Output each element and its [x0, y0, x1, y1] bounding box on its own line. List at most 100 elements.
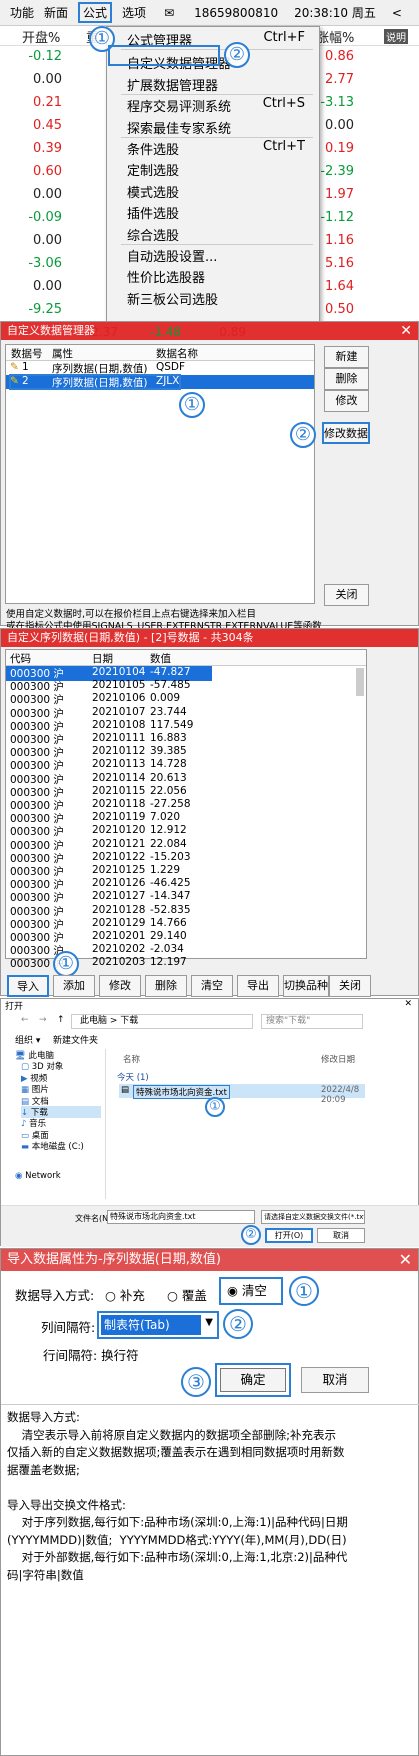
menu-item[interactable]: 程序交易评测系统: [127, 96, 231, 115]
menu-formula[interactable]: 公式: [78, 2, 113, 23]
back-icon[interactable]: <: [392, 6, 402, 20]
file-type-select[interactable]: 请选择自定义数据交换文件(*.txt): [261, 1210, 365, 1224]
table-row[interactable]: 000300 沪 20210203 12.197: [6, 956, 246, 971]
ok-button[interactable]: 确定: [220, 1368, 286, 1392]
menu-item[interactable]: 探索最佳专家系统: [127, 118, 231, 137]
table-cell: 16.883: [150, 732, 187, 744]
seq-button-7[interactable]: 关闭: [329, 975, 371, 997]
tree-item[interactable]: ↓ 下载: [21, 1106, 101, 1118]
menu-item[interactable]: 自动选股设置...: [127, 246, 217, 265]
open-file-dialog: 打开 ✕ ← → ↑ 此电脑 > 下载 搜索"下载" 组织 ▾ 新建文件夹 🖥 …: [0, 998, 419, 1247]
menu-newface[interactable]: 新面: [44, 4, 68, 21]
table-cell: 20210108: [92, 718, 146, 731]
header-no[interactable]: 数据号: [11, 346, 43, 361]
list-item[interactable]: ✎ 1 序列数据(日期,数值) QSDF: [6, 361, 314, 375]
table-cell: 20210111: [92, 732, 146, 744]
tree-item[interactable]: ▦ 图片: [21, 1083, 49, 1095]
menu-item[interactable]: 条件选股: [127, 139, 179, 158]
explain-button[interactable]: 说明: [384, 29, 408, 44]
change-pct-cell: 1.16: [325, 233, 354, 248]
close-button[interactable]: 关闭: [324, 584, 369, 606]
seq-button-0[interactable]: 导入: [7, 975, 49, 997]
seq-button-1[interactable]: 添加: [53, 975, 95, 997]
open-pct-cell: 0.00: [33, 187, 62, 202]
change-pct-cell: -1.12: [320, 210, 354, 225]
new-folder-button[interactable]: 新建文件夹: [53, 1033, 98, 1046]
menu-item[interactable]: 新三板公司选股: [127, 289, 218, 308]
tree-item[interactable]: ▢ 3D 对象: [21, 1060, 63, 1072]
table-cell: 20.613: [150, 771, 187, 784]
table-cell: 20210121: [92, 837, 146, 850]
menu-item[interactable]: 模式选股: [127, 182, 179, 201]
header-date[interactable]: 日期: [92, 651, 113, 666]
close-icon[interactable]: ✕: [404, 999, 412, 1009]
open-pct-cell: 0.60: [33, 164, 62, 179]
tree-item[interactable]: 🖥 此电脑: [15, 1049, 54, 1061]
table-cell: 20210105: [92, 679, 146, 692]
tree-item[interactable]: ▬ 本地磁盘 (C:): [21, 1140, 84, 1152]
col-name[interactable]: 名称: [123, 1053, 140, 1065]
mail-icon[interactable]: ✉: [164, 6, 174, 20]
cancel-button[interactable]: 取消: [317, 1228, 365, 1243]
tree-item[interactable]: ◉ Network: [15, 1171, 61, 1181]
menu-item[interactable]: 性价比选股器: [127, 267, 205, 286]
dialog-title: 打开: [5, 1002, 24, 1012]
tree-item[interactable]: ▶ 视频: [21, 1072, 47, 1084]
phone-number: 18659800810: [194, 5, 279, 20]
menu-item[interactable]: 定制选股: [127, 160, 179, 179]
seq-button-6[interactable]: 切换品种: [283, 975, 329, 997]
scrollbar-thumb[interactable]: [356, 668, 364, 696]
open-pct-cell: 0.00: [33, 279, 62, 294]
menu-item[interactable]: 综合选股: [127, 225, 179, 244]
radio-clear-selected[interactable]: ◉ 清空: [219, 1277, 283, 1305]
header-name[interactable]: 数据名称: [156, 346, 198, 361]
change-pct-cell: 5.16: [325, 256, 354, 271]
change-pct-cell: 0.00: [325, 118, 354, 133]
file-row[interactable]: ▤ 特殊说市场北向资金.txt 2022/4/8 20:09: [119, 1084, 365, 1105]
sequence-list[interactable]: 代码 日期 数值 000300 沪 20210104 -47.827 000300 沪…: [5, 649, 367, 970]
close-icon[interactable]: ✕: [399, 1249, 412, 1271]
group-today[interactable]: 今天 (1): [117, 1071, 149, 1083]
table-cell: 20210113: [92, 758, 146, 771]
up-arrow-icon[interactable]: ↑: [57, 1015, 65, 1025]
filename-input[interactable]: 特殊说市场北向资金.txt: [107, 1210, 255, 1224]
separator-select[interactable]: 制表符(Tab) ▼: [97, 1311, 219, 1339]
search-input[interactable]: 搜索"下载": [261, 1014, 363, 1029]
forward-arrow-icon[interactable]: →: [39, 1015, 47, 1025]
seq-button-4[interactable]: 清空: [191, 975, 233, 997]
cancel-button[interactable]: 取消: [301, 1367, 369, 1393]
modify-data-button[interactable]: 修改数据: [322, 422, 370, 444]
modify-button[interactable]: 修改: [324, 390, 369, 412]
mode-label: 数据导入方式:: [15, 1288, 95, 1303]
open-button[interactable]: 打开(O): [265, 1228, 313, 1243]
tree-item[interactable]: ▭ 桌面: [21, 1129, 49, 1141]
tree-item[interactable]: ▤ 文档: [21, 1095, 49, 1107]
back-arrow-icon[interactable]: ←: [21, 1015, 29, 1025]
seq-button-3[interactable]: 删除: [145, 975, 187, 997]
seq-button-5[interactable]: 导出: [237, 975, 279, 997]
header-attr[interactable]: 属性: [52, 346, 73, 361]
menu-options[interactable]: 选项: [122, 4, 146, 21]
tree-item[interactable]: ♪ 音乐: [21, 1117, 46, 1129]
radio-overwrite[interactable]: ○ 覆盖: [167, 1285, 207, 1304]
chevron-down-icon[interactable]: ▼: [205, 1317, 213, 1328]
header-value[interactable]: 数值: [150, 651, 171, 666]
top-menubar: 功能 新面 公式 选项 ✉ 18659800810 20:38:10 周五 <: [0, 0, 419, 26]
menu-item[interactable]: 扩展数据管理器: [127, 75, 218, 94]
delete-button[interactable]: 删除: [324, 368, 369, 390]
organize-button[interactable]: 组织 ▾: [15, 1033, 40, 1046]
menu-item[interactable]: 插件选股: [127, 203, 179, 222]
address-bar[interactable]: 此电脑 > 下载: [71, 1014, 253, 1029]
table-cell: 20210120: [92, 824, 146, 837]
change-pct-cell: 0.50: [325, 302, 354, 317]
col-date[interactable]: 修改日期: [321, 1053, 355, 1065]
col-change-pct[interactable]: 涨幅%: [316, 27, 354, 46]
col-open[interactable]: 开盘%: [22, 27, 60, 46]
new-button[interactable]: 新建: [324, 346, 369, 368]
radio-append[interactable]: ○ 补充: [105, 1285, 145, 1304]
seq-button-2[interactable]: 修改: [99, 975, 141, 997]
table-cell: 117.549: [150, 718, 194, 731]
menu-function[interactable]: 功能: [10, 4, 34, 21]
header-code[interactable]: 代码: [10, 651, 31, 666]
close-icon[interactable]: ✕: [400, 322, 412, 340]
